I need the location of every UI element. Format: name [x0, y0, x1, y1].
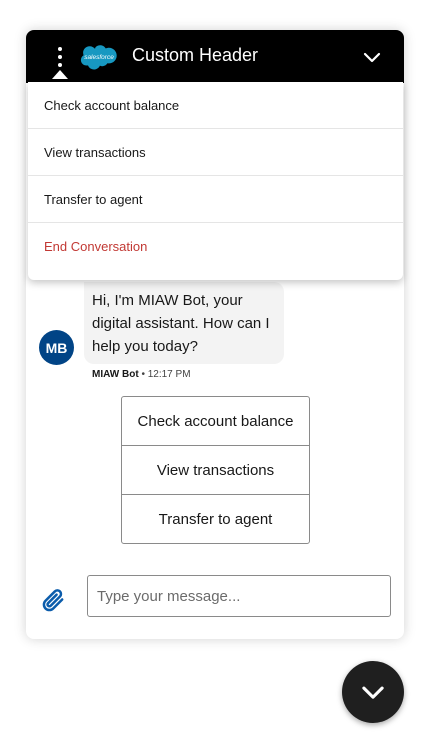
kebab-menu-icon[interactable]: [50, 44, 70, 70]
menu-caret: [52, 70, 68, 79]
logo-text: salesforce: [84, 54, 114, 61]
message-input[interactable]: [87, 575, 391, 617]
quick-reply-transfer-agent[interactable]: Transfer to agent: [122, 495, 309, 544]
message-meta: MIAW Bot • 12:17 PM: [92, 369, 191, 380]
header-title: Custom Header: [132, 45, 259, 65]
menu-item-end-conversation[interactable]: End Conversation: [28, 223, 403, 270]
chat-header: salesforce Custom Header: [26, 30, 404, 83]
paperclip-icon[interactable]: [40, 587, 66, 613]
avatar: MB: [39, 330, 74, 365]
message-time: 12:17 PM: [147, 369, 191, 380]
menu-item-view-transactions[interactable]: View transactions: [28, 129, 403, 176]
quick-replies: Check account balance View transactions …: [121, 396, 310, 544]
menu-item-check-balance[interactable]: Check account balance: [28, 82, 403, 129]
minimize-chevron-icon[interactable]: [362, 47, 382, 67]
header-menu: Check account balance View transactions …: [28, 82, 403, 280]
quick-reply-check-balance[interactable]: Check account balance: [122, 397, 309, 446]
minimize-chat-button[interactable]: [342, 661, 404, 723]
sender-name: MIAW Bot: [92, 369, 139, 380]
quick-reply-view-transactions[interactable]: View transactions: [122, 446, 309, 495]
chevron-down-icon: [362, 686, 384, 699]
bot-message-bubble: Hi, I'm MIAW Bot, your digital assistant…: [84, 282, 284, 364]
menu-item-transfer-agent[interactable]: Transfer to agent: [28, 176, 403, 223]
salesforce-logo: salesforce: [80, 45, 117, 70]
